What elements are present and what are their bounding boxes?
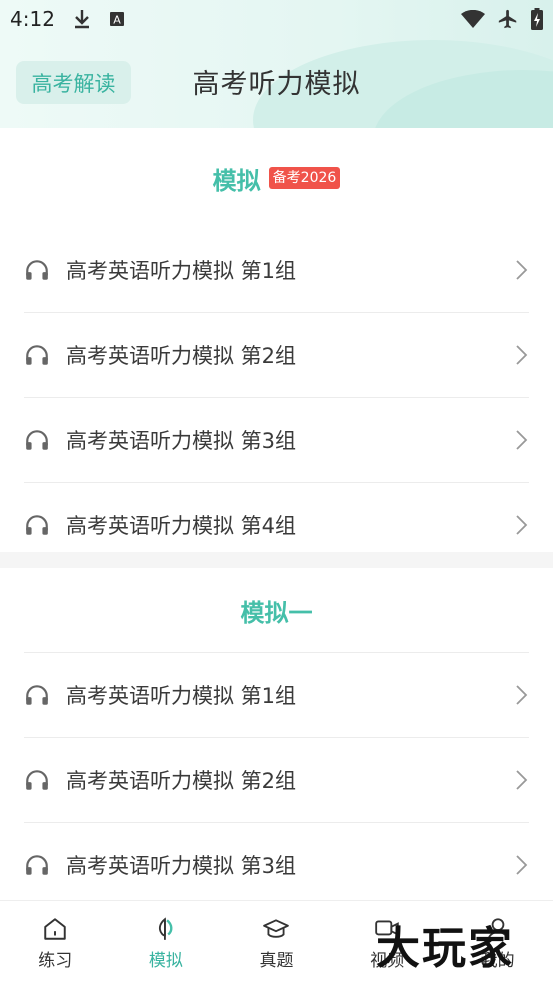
list-item-label: 高考英语听力模拟 第3组 (66, 854, 297, 878)
home-icon (44, 917, 67, 940)
list-item[interactable]: 高考英语听力模拟 第3组 (24, 398, 529, 483)
section-title: 模拟一 (240, 598, 313, 627)
tab-simulation[interactable]: 模拟 (111, 901, 222, 985)
battery-charging-icon (531, 8, 543, 30)
graduation-cap-icon (263, 918, 290, 938)
chevron-right-icon (516, 345, 528, 365)
svg-text:A: A (113, 14, 121, 27)
exam-year-badge: 备考2026 (268, 167, 341, 189)
tab-practice[interactable]: 练习 (0, 901, 111, 985)
notification-a-icon: A (109, 12, 124, 27)
chevron-right-icon (516, 855, 528, 875)
list-item[interactable]: 高考英语听力模拟 第1组 (24, 652, 529, 738)
chevron-right-icon (516, 770, 528, 790)
headphones-icon (26, 345, 48, 365)
leaf-icon (158, 916, 173, 940)
download-icon (74, 10, 89, 29)
list-item-label: 高考英语听力模拟 第1组 (66, 684, 297, 708)
status-time: 4:12 (10, 7, 55, 31)
tab-label: 练习 (38, 950, 73, 971)
tab-label: 模拟 (148, 950, 183, 971)
list-item[interactable]: 高考英语听力模拟 第3组 (24, 823, 529, 907)
headphones-icon (26, 685, 48, 705)
chevron-right-icon (516, 430, 528, 450)
headphones-icon (26, 855, 48, 875)
tab-past-papers[interactable]: 真题 (221, 901, 332, 985)
list-item[interactable]: 高考英语听力模拟 第1组 (24, 228, 529, 313)
headphones-icon (26, 430, 48, 450)
page-title: 高考听力模拟 (192, 69, 361, 100)
headphones-icon (26, 770, 48, 790)
wifi-icon (461, 10, 485, 28)
tab-label: 真题 (259, 950, 294, 971)
list-item-label: 高考英语听力模拟 第2组 (66, 769, 297, 793)
chevron-right-icon (516, 260, 528, 280)
list-item[interactable]: 高考英语听力模拟 第2组 (24, 738, 529, 823)
section-header: 模拟一 (0, 568, 553, 652)
list-item-label: 高考英语听力模拟 第3组 (66, 429, 297, 453)
list-item[interactable]: 高考英语听力模拟 第2组 (24, 313, 529, 398)
chevron-right-icon (516, 515, 528, 535)
list-item-label: 高考英语听力模拟 第4组 (66, 514, 297, 538)
headphones-icon (26, 260, 48, 280)
section-header: 模拟 备考2026 (0, 128, 553, 228)
list-item-label: 高考英语听力模拟 第1组 (66, 259, 297, 283)
section-title: 模拟 (212, 166, 261, 195)
chevron-right-icon (516, 685, 528, 705)
watermark: 大玩家 (376, 923, 514, 974)
airplane-icon (498, 9, 517, 29)
status-bar: 4:12 A (0, 0, 553, 38)
simulation-section: 模拟 备考2026 高考英语听力模拟 第1组 高考英语听力模拟 第2组 高考英语… (0, 128, 553, 552)
list-item-label: 高考英语听力模拟 第2组 (66, 344, 297, 368)
section-divider (0, 552, 553, 568)
headphones-icon (26, 515, 48, 535)
simulation-one-section: 模拟一 高考英语听力模拟 第1组 高考英语听力模拟 第2组 高考英语听力模拟 第… (0, 568, 553, 900)
